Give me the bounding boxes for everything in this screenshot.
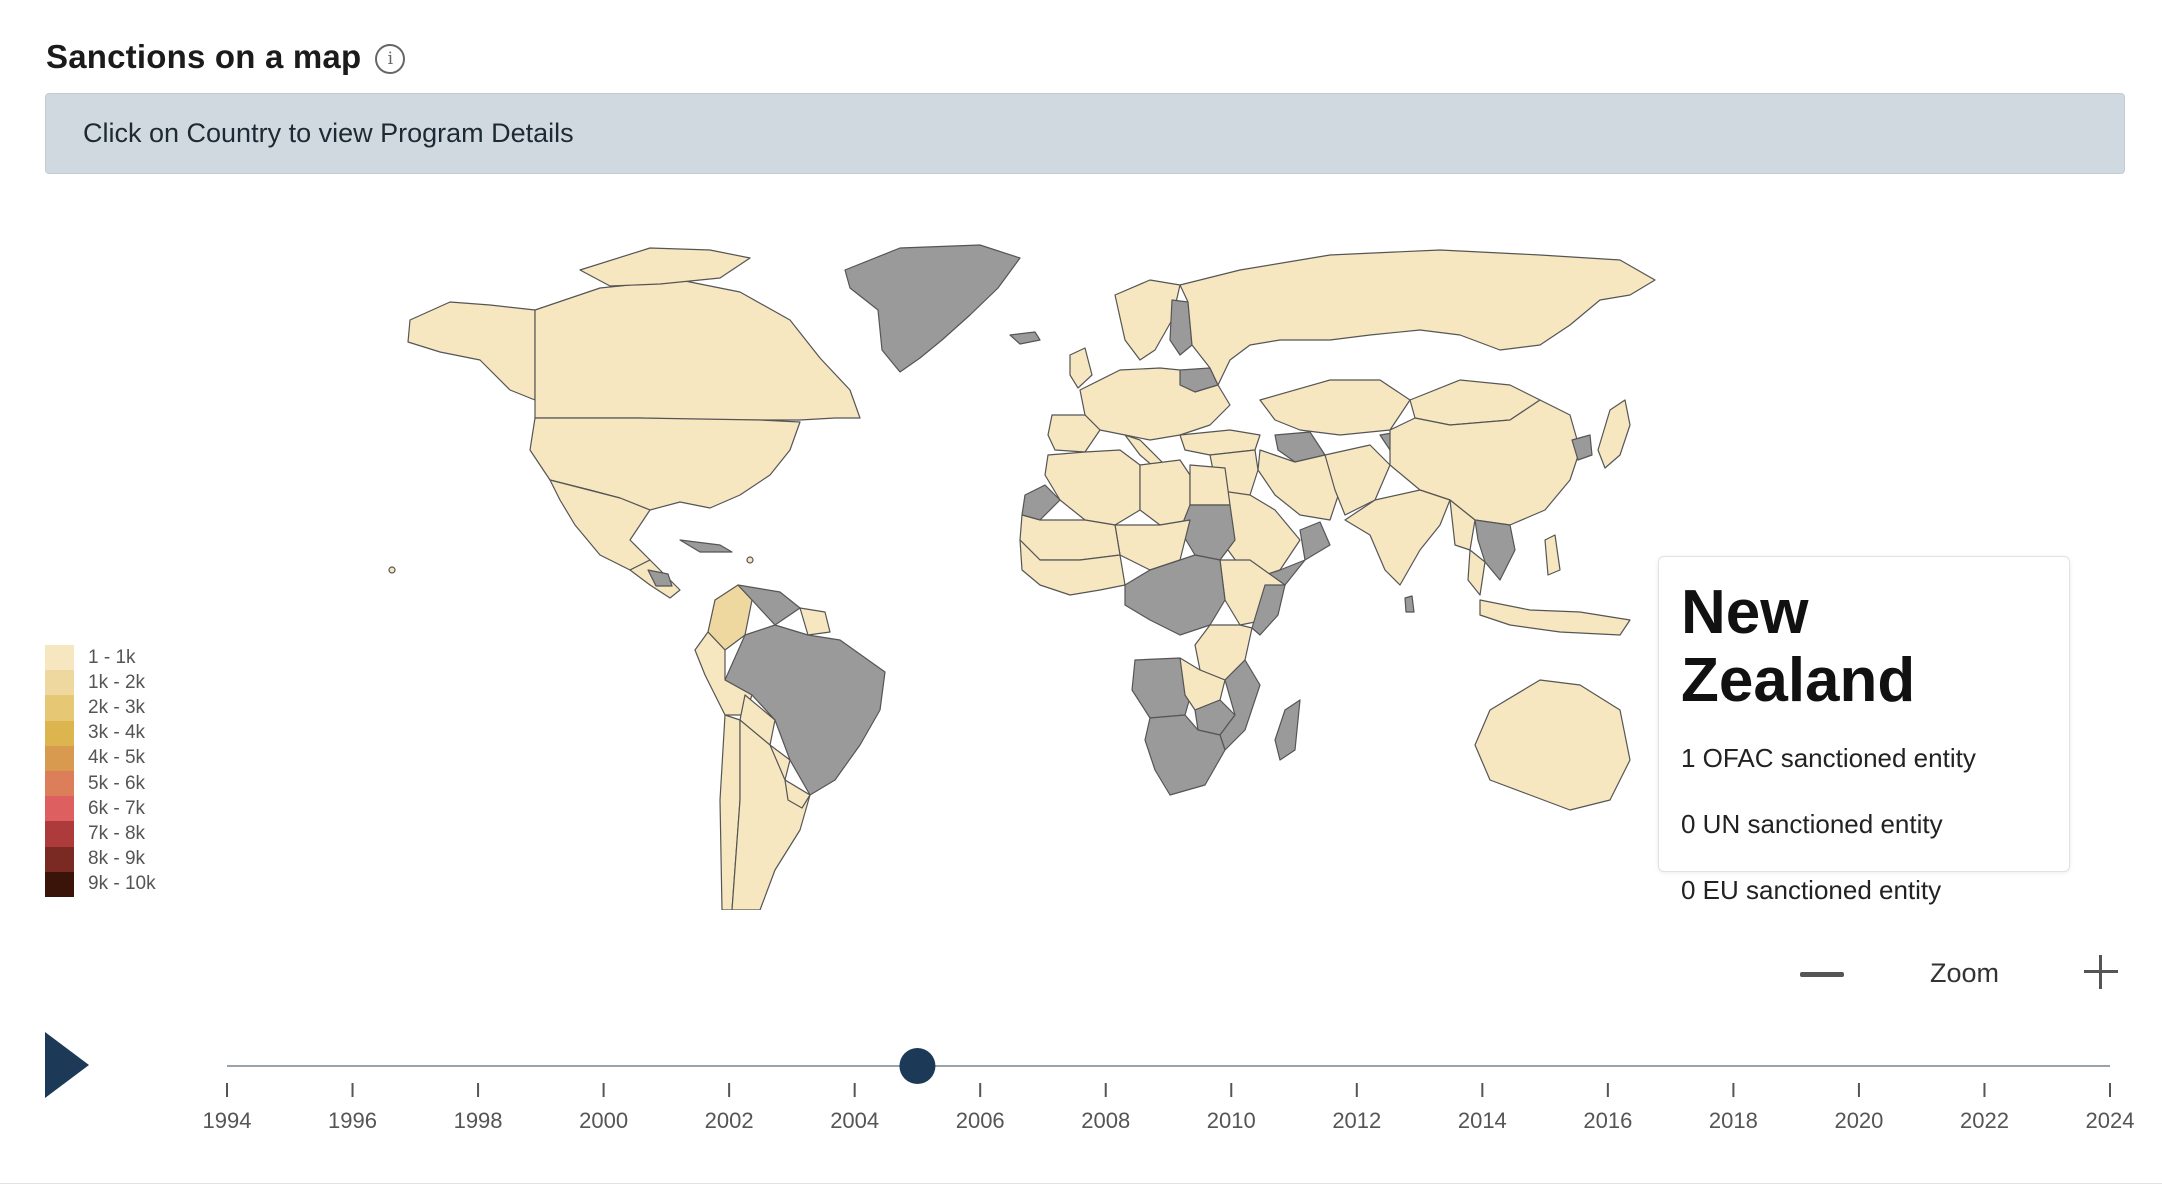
zoom-label: Zoom xyxy=(1930,958,2000,988)
legend-item: 4k - 5k xyxy=(45,745,156,771)
country-thailand[interactable] xyxy=(1467,549,1486,596)
zoom-control: Zoom xyxy=(1800,950,2120,1000)
country-cuba[interactable] xyxy=(679,539,733,553)
country-canada[interactable] xyxy=(534,279,861,421)
legend-swatch xyxy=(45,821,74,847)
timeline-tick-label[interactable]: 2022 xyxy=(1960,1108,2009,1133)
timeline-handle[interactable] xyxy=(899,1048,936,1084)
country-iceland[interactable] xyxy=(1009,331,1041,345)
timeline-tick-label[interactable]: 2020 xyxy=(1834,1108,1883,1133)
legend-swatch xyxy=(45,796,74,822)
timeline-tick-label[interactable]: 1996 xyxy=(328,1108,377,1133)
tooltip-un-count: 0 UN sanctioned entity xyxy=(1681,809,1943,840)
timeline-tick-label[interactable]: 2002 xyxy=(705,1108,754,1133)
legend-label: 6k - 7k xyxy=(88,797,146,819)
legend-label: 5k - 6k xyxy=(88,772,146,794)
country-usa-alaska[interactable] xyxy=(407,301,536,401)
timeline-tick-label[interactable]: 2024 xyxy=(2086,1108,2135,1133)
island-caribbean[interactable] xyxy=(746,556,754,564)
country-central-africa[interactable] xyxy=(1124,554,1226,636)
legend-item: 9k - 10k xyxy=(45,871,156,897)
country-australia[interactable] xyxy=(1474,679,1631,811)
country-japan[interactable] xyxy=(1597,399,1631,469)
legend-label: 1 - 1k xyxy=(88,646,136,668)
legend-swatch xyxy=(45,745,74,771)
country-tooltip: New Zealand 1 OFAC sanctioned entity 0 U… xyxy=(1658,556,2070,905)
legend-swatch xyxy=(45,645,74,671)
info-icon[interactable]: i xyxy=(375,44,406,74)
legend-swatch xyxy=(45,670,74,696)
country-sudan[interactable] xyxy=(1179,504,1236,561)
banner-text: Click on Country to view Program Details xyxy=(83,118,574,148)
country-philippines[interactable] xyxy=(1544,534,1561,576)
plus-icon[interactable] xyxy=(2084,955,2118,989)
country-scandinavia[interactable] xyxy=(1114,279,1181,361)
country-sri-lanka[interactable] xyxy=(1404,595,1415,613)
country-oman[interactable] xyxy=(1299,521,1331,561)
country-kazakhstan[interactable] xyxy=(1259,379,1411,436)
legend-swatch xyxy=(45,871,74,897)
legend-item: 3k - 4k xyxy=(45,720,156,746)
country-canada-islands[interactable] xyxy=(579,247,751,287)
legend-swatch xyxy=(45,720,74,746)
timeline-tick-label[interactable]: 2014 xyxy=(1458,1108,1507,1133)
country-russia[interactable] xyxy=(1179,249,1656,386)
legend-item: 1 - 1k xyxy=(45,645,156,671)
legend-item: 2k - 3k xyxy=(45,695,156,721)
timeline-tick-label[interactable]: 2018 xyxy=(1709,1108,1758,1133)
legend-item: 8k - 9k xyxy=(45,846,156,872)
timeline-tick-label[interactable]: 2010 xyxy=(1207,1108,1256,1133)
country-egypt[interactable] xyxy=(1189,464,1231,506)
timeline-tick-label[interactable]: 2012 xyxy=(1332,1108,1381,1133)
country-libya[interactable] xyxy=(1139,459,1191,526)
legend-swatch xyxy=(45,846,74,872)
timeline-tick-label[interactable]: 2000 xyxy=(579,1108,628,1133)
minus-icon[interactable] xyxy=(1800,972,1844,977)
timeline-tick-label[interactable]: 1994 xyxy=(203,1108,252,1133)
legend-label: 9k - 10k xyxy=(88,873,156,895)
country-uk[interactable] xyxy=(1069,347,1093,389)
country-indonesia[interactable] xyxy=(1479,599,1631,636)
divider xyxy=(0,1183,2162,1184)
legend-label: 4k - 5k xyxy=(88,747,146,769)
legend-swatch xyxy=(45,770,74,797)
legend-item: 1k - 2k xyxy=(45,670,156,696)
timeline-tick-label[interactable]: 2006 xyxy=(956,1108,1005,1133)
country-madagascar[interactable] xyxy=(1274,699,1301,761)
tooltip-ofac-count: 1 OFAC sanctioned entity xyxy=(1681,743,1976,774)
instruction-banner: Click on Country to view Program Details xyxy=(45,93,2125,174)
timeline-tick-label[interactable]: 2016 xyxy=(1583,1108,1632,1133)
tooltip-country-name: New Zealand xyxy=(1681,578,1916,716)
country-morocco-algeria[interactable] xyxy=(1044,449,1141,526)
legend-label: 2k - 3k xyxy=(88,696,146,718)
tooltip-eu-count: 0 EU sanctioned entity xyxy=(1681,875,1942,906)
country-greenland[interactable] xyxy=(844,244,1021,373)
legend-item: 6k - 7k xyxy=(45,796,156,822)
legend-label: 3k - 4k xyxy=(88,722,146,744)
timeline-tick-label[interactable]: 2008 xyxy=(1081,1108,1130,1133)
header: Sanctions on a map i xyxy=(46,38,406,76)
page-title: Sanctions on a map xyxy=(46,38,362,75)
legend-swatch xyxy=(45,695,74,721)
timeline-tick-label[interactable]: 1998 xyxy=(454,1108,503,1133)
legend-label: 1k - 2k xyxy=(88,671,146,693)
legend-label: 7k - 8k xyxy=(88,822,146,844)
year-timeline[interactable]: 1994 1996 1998 2000 2002 2004 2006 2008 2010 2012… xyxy=(0,1040,2162,1140)
country-guyana-region[interactable] xyxy=(799,607,831,636)
legend-item: 7k - 8k xyxy=(45,821,156,847)
world-map[interactable] xyxy=(380,240,1800,910)
legend: 1 - 1k 1k - 2k 2k - 3k 3k - 4k 4k - 5k 5… xyxy=(45,645,156,897)
island-hawaii[interactable] xyxy=(388,566,396,574)
legend-item: 5k - 6k xyxy=(45,770,156,797)
timeline-tick-label[interactable]: 2004 xyxy=(830,1108,879,1133)
legend-label: 8k - 9k xyxy=(88,848,146,870)
